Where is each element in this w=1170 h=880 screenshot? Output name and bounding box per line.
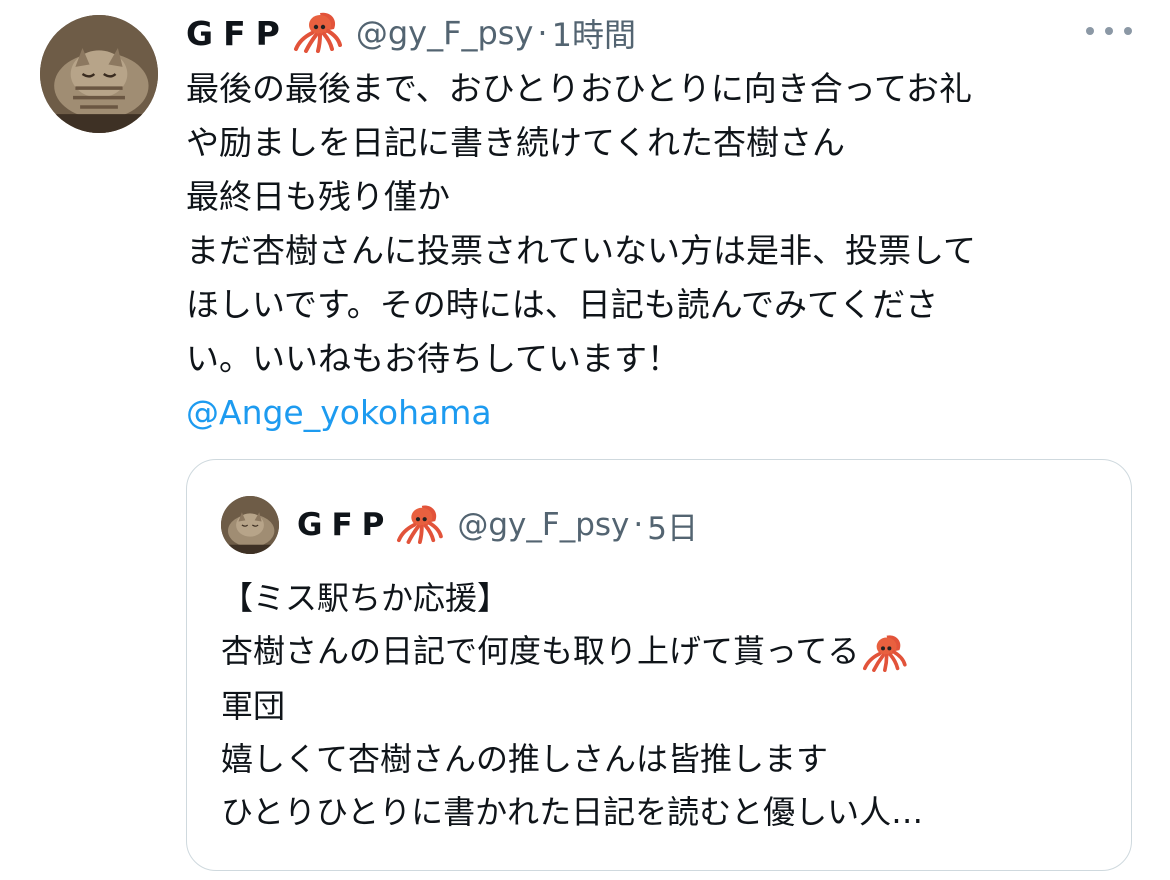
mention-link[interactable]: @Ange_yokohama: [186, 386, 1146, 440]
more-dots-icon[interactable]: [1086, 22, 1132, 40]
squid-icon: [290, 9, 342, 57]
quoted-text-line: 軍団: [221, 686, 286, 725]
handle[interactable]: @gy_F_psy: [356, 14, 534, 52]
separator-dot: ·: [537, 14, 548, 52]
tweet-text: 最後の最後まで、おひとりおひとりに向き合ってお礼 や励ましを日記に書き続けてくれ…: [186, 62, 1146, 440]
tweet-text-line: 最終日も残り僅か: [186, 177, 450, 216]
tweet-text-line: ほしいです。その時には、日記も読んでみてくださ: [186, 285, 939, 324]
quoted-avatar[interactable]: [221, 496, 279, 554]
quoted-text-segment: 杏樹さんの日記で何度も取り上げて貰ってる: [221, 632, 860, 670]
timestamp[interactable]: 1時間: [552, 10, 636, 56]
display-name[interactable]: GFP: [186, 14, 290, 53]
quoted-display-name: GFP: [297, 507, 394, 543]
quoted-tweet-card[interactable]: GFP @gy_F_psy · 5日 【ミス駅ちか応援】 杏樹さんの日記で何度も…: [186, 459, 1132, 871]
tweet[interactable]: GFP @gy_F_psy · 1時間 最後の最後まで、おひとりおひとりに向き合…: [0, 0, 1170, 880]
quoted-text-line: 【ミス駅ちか応援】: [221, 579, 510, 617]
quoted-tweet-header: GFP @gy_F_psy · 5日: [297, 500, 698, 550]
cat-photo-icon: [221, 496, 279, 554]
tweet-text-line: 最後の最後まで、おひとりおひとりに向き合ってお礼: [186, 69, 973, 108]
quoted-tweet-text: 【ミス駅ちか応援】 杏樹さんの日記で何度も取り上げて貰ってる 軍団 嬉しくて杏樹…: [221, 572, 1101, 839]
quoted-text-line: 杏樹さんの日記で何度も取り上げて貰ってる: [221, 625, 1101, 680]
quoted-text-line: ひとりひとりに書かれた日記を読むと優しい人…: [221, 792, 924, 831]
tweet-text-line: い。いいねもお待ちしています！: [186, 339, 681, 378]
quoted-handle: @gy_F_psy: [457, 507, 630, 543]
squid-icon: [393, 502, 444, 548]
separator-dot: ·: [633, 507, 644, 543]
tweet-header: GFP @gy_F_psy · 1時間: [186, 8, 636, 58]
avatar[interactable]: [40, 15, 158, 133]
tweet-text-line: まだ杏樹さんに投票されていない方は是非、投票して: [186, 231, 977, 270]
squid-icon: [859, 627, 908, 680]
quoted-text-line: 嬉しくて杏樹さんの推しさんは皆推します: [221, 739, 829, 778]
cat-photo-icon: [40, 15, 158, 133]
quoted-timestamp: 5日: [647, 510, 698, 547]
tweet-text-line: や励ましを日記に書き続けてくれた杏樹さん: [186, 123, 846, 162]
